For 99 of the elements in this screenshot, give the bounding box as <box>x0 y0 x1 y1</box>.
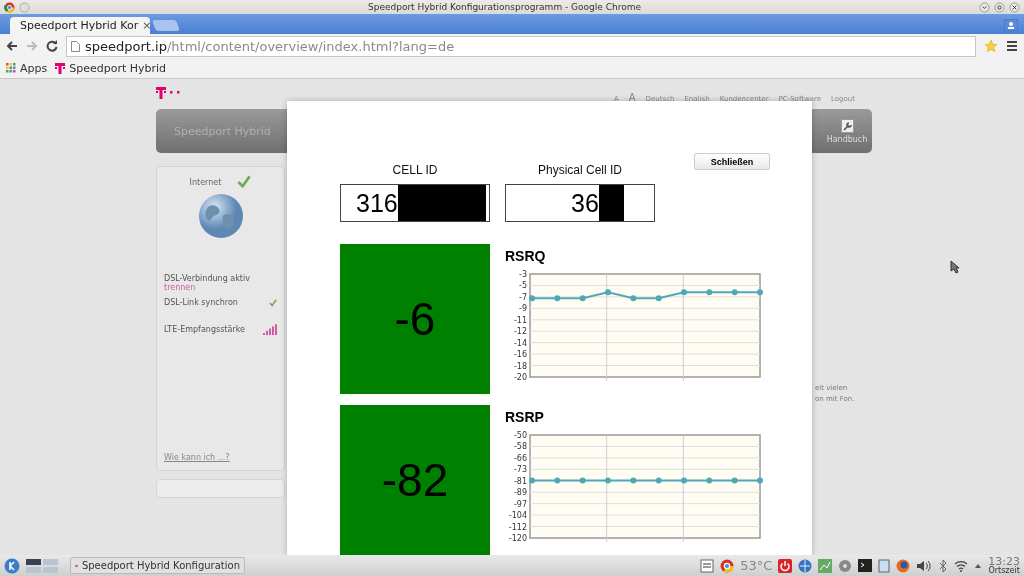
chrome-icon[interactable] <box>720 558 735 573</box>
temperature-reading: 53°C <box>740 558 773 573</box>
data-point <box>529 477 535 484</box>
chart-title: RSRP <box>505 409 545 425</box>
manual-button[interactable]: Handbuch <box>822 109 872 153</box>
status-label: DSL-Link synchron <box>164 298 238 307</box>
star-icon[interactable] <box>984 39 998 53</box>
axis-tick-label: -11 <box>513 315 527 325</box>
data-point <box>731 289 738 296</box>
profile-icon[interactable] <box>1004 19 1018 31</box>
back-icon[interactable] <box>6 40 18 52</box>
axis-tick-label: -81 <box>513 476 527 486</box>
axis-tick-label: -3 <box>519 270 527 279</box>
axis-tick-label: -97 <box>513 499 527 509</box>
firefox-icon[interactable] <box>896 558 911 573</box>
minimize-icon[interactable] <box>979 1 990 13</box>
wifi-icon[interactable] <box>954 559 969 572</box>
axis-tick-label: -16 <box>513 350 527 360</box>
page-icon <box>71 40 80 52</box>
status-label: DSL-Verbindung aktiv <box>164 274 251 283</box>
close-tab-icon[interactable]: × <box>142 19 152 32</box>
close-icon[interactable] <box>1009 1 1020 13</box>
telekom-icon <box>55 62 66 74</box>
axis-tick-label: -89 <box>513 488 527 498</box>
id-value: 316 <box>356 188 398 218</box>
axis-tick-label: -58 <box>513 442 527 452</box>
axis-tick-label: -5 <box>519 281 527 291</box>
axis-tick-label: -66 <box>513 453 527 463</box>
taskbar-task[interactable]: Speedport Hybrid Konfiguration <box>70 557 245 574</box>
data-point <box>655 477 662 484</box>
chart-title: RSRQ <box>505 248 547 264</box>
axis-tick-label: -73 <box>513 465 527 475</box>
metric-value: -82 <box>381 453 449 507</box>
axis-tick-label: -50 <box>513 431 527 440</box>
data-point <box>655 295 662 302</box>
disc-icon[interactable] <box>838 558 853 573</box>
data-point <box>681 289 687 296</box>
desktop-pager-icon[interactable] <box>25 557 59 574</box>
globe-icon <box>197 193 244 239</box>
header-link[interactable]: A <box>628 92 636 103</box>
data-point <box>529 295 535 302</box>
speedport-bookmark[interactable]: Speedport Hybrid <box>55 61 167 75</box>
clock[interactable]: 13:23 Ortszeit <box>988 556 1020 575</box>
wrench-icon <box>840 118 854 133</box>
data-point <box>630 477 637 484</box>
terminal-icon[interactable] <box>858 558 873 573</box>
data-point <box>681 477 687 484</box>
card-title: Internet <box>189 177 222 187</box>
data-point <box>579 295 586 302</box>
data-point <box>630 295 637 302</box>
maximize-icon[interactable] <box>994 1 1005 13</box>
redaction-bar <box>598 185 624 221</box>
data-point <box>579 477 586 484</box>
axis-tick-label: -12 <box>513 327 527 337</box>
data-point <box>554 477 561 484</box>
data-point <box>757 477 763 484</box>
check-icon <box>269 298 277 307</box>
data-point <box>554 295 561 302</box>
apps-grid-icon <box>6 63 16 73</box>
network-icon[interactable] <box>818 558 833 573</box>
data-point <box>605 477 611 484</box>
data-point <box>605 289 611 296</box>
menu-icon[interactable] <box>1006 40 1018 52</box>
axis-tick-label: -18 <box>513 361 527 371</box>
close-button[interactable]: Schließen <box>694 153 770 170</box>
apps-bookmark[interactable]: Apps <box>6 61 48 75</box>
axis-tick-label: -104 <box>508 511 527 521</box>
mouse-cursor-icon <box>950 260 960 274</box>
data-point <box>706 477 713 484</box>
id-label: CELL ID <box>392 163 438 177</box>
help-link[interactable]: Wie kann ich ...? <box>164 453 277 462</box>
id-value: 36 <box>571 188 599 218</box>
axis-tick-label: -20 <box>513 373 527 382</box>
metric-value: -6 <box>394 292 436 346</box>
disconnect-link[interactable]: trennen <box>164 283 277 292</box>
address-field[interactable]: speedport.ip/html/content/overview/index.html?lang=de <box>66 35 976 57</box>
axis-tick-label: -120 <box>508 534 527 543</box>
id-label: Physical Cell ID <box>538 163 622 177</box>
axis-tick-label: -7 <box>519 292 527 302</box>
axis-tick-label: -14 <box>513 338 527 348</box>
window-title: Speedport Hybrid Konfigurationsprogramm - Google Chrome <box>366 2 643 12</box>
reload-icon[interactable] <box>46 40 58 52</box>
browser-tab[interactable]: Speedport Hybrid Kor × <box>10 17 150 34</box>
data-point <box>706 289 713 296</box>
status-label: LTE-Empfangsstärke <box>164 324 245 334</box>
axis-tick-label: -112 <box>508 522 527 532</box>
text-file-icon[interactable] <box>700 558 715 573</box>
speaker-icon[interactable] <box>916 558 933 573</box>
check-icon <box>237 175 252 189</box>
chrome-icon <box>4 1 15 13</box>
data-point <box>757 289 763 296</box>
launcher-icon[interactable] <box>4 557 20 574</box>
globe-icon[interactable] <box>798 558 813 573</box>
data-point <box>731 477 738 484</box>
clipboard-icon[interactable] <box>878 558 891 573</box>
power-icon[interactable] <box>778 558 793 573</box>
signal-bars-icon <box>263 323 277 335</box>
axis-tick-label: -9 <box>519 304 527 314</box>
bluetooth-icon[interactable] <box>938 558 949 573</box>
